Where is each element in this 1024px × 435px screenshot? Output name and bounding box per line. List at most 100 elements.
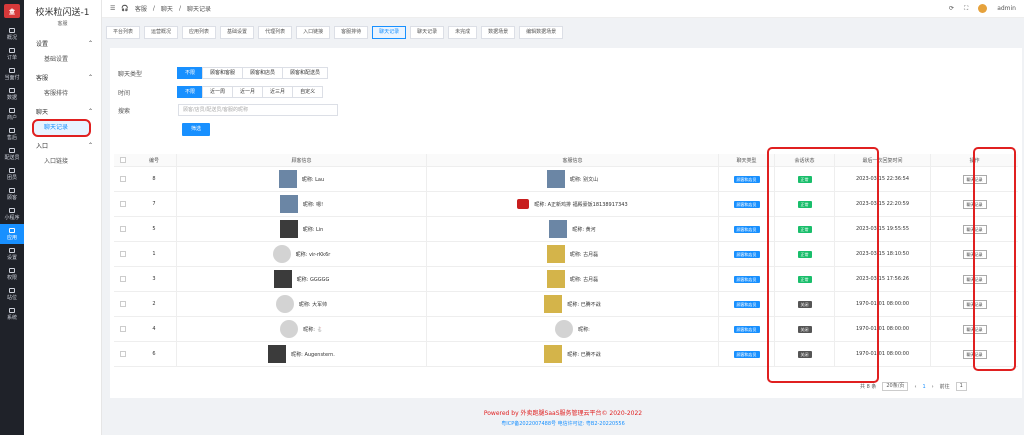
miniapp-icon <box>9 207 15 213</box>
sidebar-item-data[interactable]: 数据 <box>0 84 24 104</box>
row-checkbox-cell <box>114 317 132 341</box>
footer-icp[interactable]: 粤ICP备2022007488号 电信许可证: 粤B2-20220556 <box>102 420 1024 427</box>
sidebar-item-system[interactable]: 系统 <box>0 304 24 324</box>
row-checkbox[interactable] <box>120 301 126 307</box>
filter-option-button[interactable]: 顾客和店员 <box>242 67 284 79</box>
sidebar-item-permission[interactable]: 权限 <box>0 264 24 284</box>
chat-record-button[interactable]: 聊天记录 <box>962 324 987 334</box>
sidebar-item-app[interactable]: 应用 <box>0 224 24 244</box>
subnav-group[interactable]: 聊天 ⌃ <box>24 103 101 119</box>
tab-item[interactable]: 聊天记录 <box>372 26 407 39</box>
subnav-item[interactable]: 基础设置 <box>24 51 101 69</box>
chat-record-button[interactable]: 聊天记录 <box>962 274 987 284</box>
chat-record-button[interactable]: 聊天记录 <box>962 299 987 309</box>
subnav-item[interactable]: 聊天记录 <box>32 119 91 137</box>
chat-record-button[interactable]: 聊天记录 <box>962 174 987 184</box>
sidebar-item-miniapp[interactable]: 小程序 <box>0 204 24 224</box>
tab-item[interactable]: 基础设置 <box>220 26 255 39</box>
row-checkbox[interactable] <box>120 251 126 257</box>
row-checkbox-cell <box>114 267 132 291</box>
sidebar-item-order[interactable]: 订单 <box>0 44 24 64</box>
tab-item[interactable]: 代理列表 <box>258 26 293 39</box>
footer-powered: Powered by 外卖跑腿SaaS服务管理云平台© 2020-2022 <box>483 410 643 417</box>
tab-item[interactable]: 应用列表 <box>182 26 217 39</box>
status-badge: 正常 <box>797 250 812 258</box>
sidebar-item-merchant[interactable]: 商户 <box>0 104 24 124</box>
subnav-item[interactable]: 客服排待 <box>24 85 101 103</box>
icon-sidebar: 盒 概况 订单 当面付 数据 商户 售后 配送员 团员 顾客 小程序 应用 设置 权限 站位 系统 <box>0 0 24 435</box>
breadcrumb-sep: / <box>152 5 155 12</box>
service-name: 昵称: 古月磊 <box>569 276 599 283</box>
filter-option-button[interactable]: 自定义 <box>292 86 324 98</box>
row-checkbox[interactable] <box>120 176 126 182</box>
customer-avatar <box>280 320 299 338</box>
breadcrumb-item[interactable]: 聊天 <box>161 4 173 13</box>
tab-item[interactable]: 聊天记录 <box>410 26 445 39</box>
sidebar-item-member[interactable]: 团员 <box>0 164 24 184</box>
subnav-item[interactable]: 入口链接 <box>24 153 101 171</box>
chat-record-button[interactable]: 聊天记录 <box>962 349 987 359</box>
subnav-group[interactable]: 客服 ⌃ <box>24 69 101 85</box>
chat-record-button[interactable]: 聊天记录 <box>962 249 987 259</box>
prev-page-icon[interactable]: ‹ <box>914 384 916 390</box>
customer-avatar <box>279 195 298 213</box>
subnav-group[interactable]: 设置 ⌃ <box>24 35 101 51</box>
filter-option-button[interactable]: 顾客和客服 <box>202 67 244 79</box>
last-reply-time: 1970-01-01 08:00:00 <box>834 342 930 366</box>
filter-option-button[interactable]: 不限 <box>177 86 204 98</box>
search-input[interactable]: 顾客/店员/配送员/客服的昵称 <box>178 104 338 116</box>
sidebar-item-settings[interactable]: 设置 <box>0 244 24 264</box>
page-size-select[interactable]: 20条/页 <box>882 382 909 391</box>
row-checkbox[interactable] <box>120 276 126 282</box>
filter-submit-button[interactable]: 筛选 <box>182 123 210 136</box>
sidebar-item-pay[interactable]: 当面付 <box>0 64 24 84</box>
chat-type-filter: 聊天类型 不限 顾客和客服 顾客和店员 顾客和配送员 <box>118 67 329 79</box>
last-reply-time: 1970-01-01 08:00:00 <box>834 317 930 341</box>
next-page-icon[interactable]: › <box>932 384 934 390</box>
sidebar-item-aftersale[interactable]: 售后 <box>0 124 24 144</box>
tab-item[interactable]: 运营概况 <box>144 26 179 39</box>
pagination: 共 8 条 20条/页 ‹ 1 › 前往 1 <box>860 382 967 391</box>
tab-item[interactable]: 数据场景 <box>481 26 516 39</box>
sidebar-item-overview[interactable]: 概况 <box>0 24 24 44</box>
aftersale-icon <box>9 127 15 133</box>
main-card: 聊天类型 不限 顾客和客服 顾客和店员 顾客和配送员 时间 不限 近一周 近一月 近三月 自定… <box>110 48 1022 398</box>
table-row: 3 昵称: GGGGG 昵称: 古月磊 顾客和店员 正常 2023-03-15 17:56… <box>114 267 1018 292</box>
sidebar-item-label: 团员 <box>6 174 17 181</box>
tab-item[interactable]: 入口链接 <box>296 26 331 39</box>
filter-option-button[interactable]: 不限 <box>177 67 204 79</box>
type-cell: 顾客和店员 <box>718 292 774 316</box>
select-all-checkbox[interactable] <box>120 157 126 163</box>
chat-record-button[interactable]: 聊天记录 <box>962 199 987 209</box>
refresh-icon[interactable]: ⟳ <box>949 5 954 12</box>
filter-option-button[interactable]: 近一月 <box>232 86 264 98</box>
page-number[interactable]: 1 <box>922 384 925 390</box>
sidebar-item-courier[interactable]: 配送员 <box>0 144 24 164</box>
row-checkbox[interactable] <box>120 326 126 332</box>
total-count: 共 8 条 <box>860 384 877 390</box>
tab-item[interactable]: 客服排待 <box>334 26 369 39</box>
filter-option-button[interactable]: 近一周 <box>202 86 234 98</box>
row-checkbox[interactable] <box>120 351 126 357</box>
chat-record-button[interactable]: 聊天记录 <box>962 224 987 234</box>
breadcrumb-item[interactable]: 客服 <box>135 4 147 13</box>
subnav-group[interactable]: 入口 ⌃ <box>24 137 101 153</box>
filter-option-button[interactable]: 顾客和配送员 <box>282 67 329 79</box>
row-checkbox[interactable] <box>120 201 126 207</box>
filter-option-button[interactable]: 近三月 <box>262 86 294 98</box>
tab-item[interactable]: 平台列表 <box>106 26 141 39</box>
goto-page-input[interactable]: 1 <box>955 382 967 391</box>
customer-name: 昵称: 🐇 <box>303 326 323 333</box>
tab-item[interactable]: 编辑数据场景 <box>519 26 564 39</box>
type-cell: 顾客和店员 <box>718 342 774 366</box>
sidebar-item-customer[interactable]: 顾客 <box>0 184 24 204</box>
avatar[interactable] <box>978 4 988 13</box>
sidebar-item-station[interactable]: 站位 <box>0 284 24 304</box>
username[interactable]: admin <box>997 5 1016 12</box>
fullscreen-icon[interactable]: ⛶ <box>964 5 968 13</box>
service-cell: 昵称: A正新鸡排 福殿豪饭18138917343 <box>426 192 718 216</box>
menu-toggle-icon[interactable]: ☰ <box>110 5 115 12</box>
sidebar-item-label: 权限 <box>6 274 17 281</box>
row-checkbox[interactable] <box>120 226 126 232</box>
tab-item[interactable]: 未完成 <box>448 26 478 39</box>
